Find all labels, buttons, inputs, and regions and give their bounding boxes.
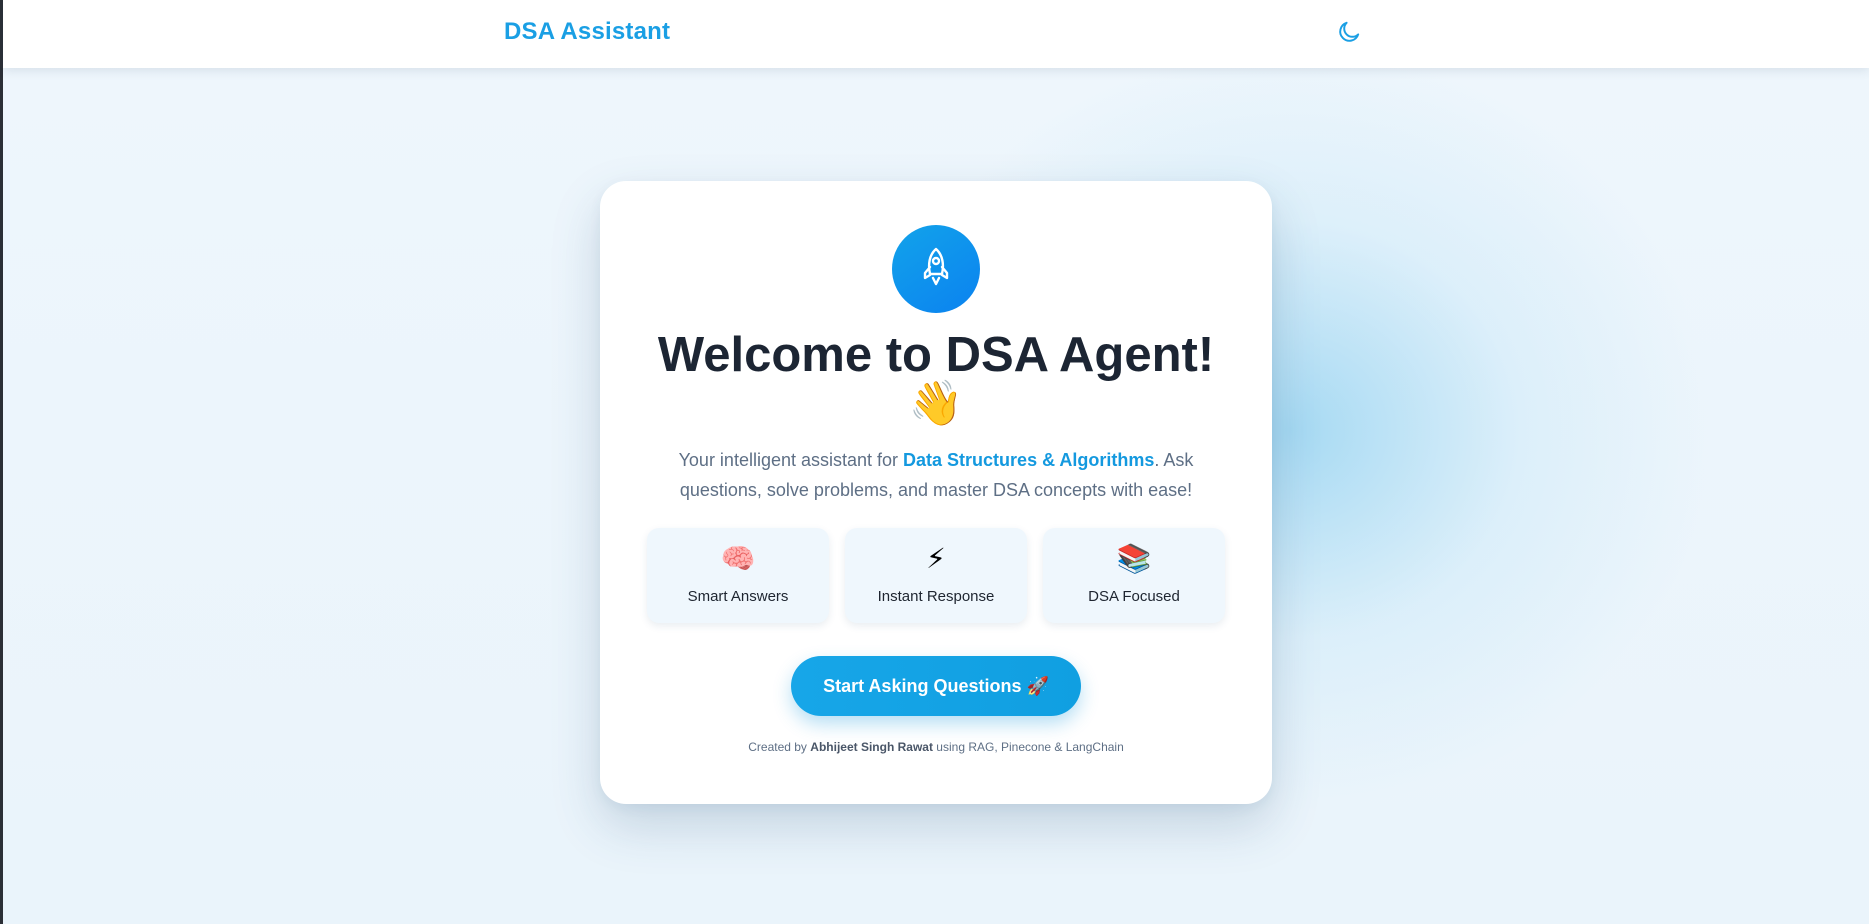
waving-hand-emoji: 👋 [908, 379, 964, 428]
welcome-card: Welcome to DSA Agent! 👋 Your intelligent… [600, 181, 1272, 804]
welcome-title: Welcome to DSA Agent! [657, 328, 1215, 382]
window-edge [0, 0, 3, 924]
feature-list: 🧠 Smart Answers ⚡ Instant Response 📚 DSA… [647, 528, 1225, 623]
feature-label: DSA Focused [1088, 588, 1180, 605]
subtitle-prefix: Your intelligent assistant for [678, 450, 904, 470]
brain-icon: 🧠 [720, 543, 756, 574]
brand-title[interactable]: DSA Assistant [504, 18, 670, 46]
credits-prefix: Created by [748, 740, 811, 754]
rocket-icon [917, 246, 955, 293]
subtitle-highlight: Data Structures & Algorithms [903, 450, 1155, 470]
feature-label: Smart Answers [687, 588, 789, 605]
top-navbar: DSA Assistant [3, 0, 1869, 68]
credits-author: Abhijeet Singh Rawat [810, 740, 933, 754]
credits-suffix: using RAG, Pinecone & LangChain [932, 740, 1124, 754]
start-asking-button[interactable]: Start Asking Questions 🚀 [791, 656, 1081, 716]
rocket-logo [892, 225, 980, 313]
feature-label: Instant Response [877, 588, 995, 605]
feature-card-smart-answers: 🧠 Smart Answers [647, 528, 829, 623]
feature-card-dsa-focused: 📚 DSA Focused [1043, 528, 1225, 623]
moon-icon [1336, 19, 1362, 50]
theme-toggle-button[interactable] [1333, 18, 1365, 50]
credits-text: Created by Abhijeet Singh Rawat using RA… [600, 740, 1272, 754]
books-icon: 📚 [1116, 543, 1152, 574]
welcome-subtitle: Your intelligent assistant for Data Stru… [660, 445, 1212, 505]
feature-card-instant-response: ⚡ Instant Response [845, 528, 1027, 623]
lightning-icon: ⚡ [926, 543, 946, 574]
